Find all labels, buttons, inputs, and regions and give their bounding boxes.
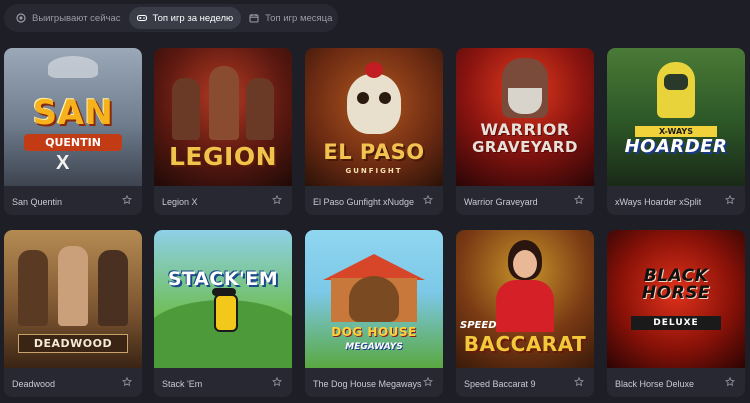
game-logo-text: STACK'EM: [167, 268, 279, 290]
game-thumbnail[interactable]: EL PASO GUNFIGHT: [305, 48, 443, 186]
game-logo-text: WARRIOR: [480, 120, 570, 139]
favorite-star-icon[interactable]: [574, 377, 584, 387]
game-logo-text: SAN: [32, 93, 114, 133]
favorite-star-icon[interactable]: [272, 195, 282, 205]
game-thumbnail[interactable]: WARRIOR GRAVEYARD: [456, 48, 594, 186]
game-thumbnail[interactable]: BLACK HORSE DELUXE: [607, 230, 745, 368]
favorite-star-icon[interactable]: [423, 195, 433, 205]
game-thumbnail[interactable]: SPEED BACCARAT: [456, 230, 594, 368]
game-title: El Paso Gunfight xNudge: [313, 197, 415, 207]
game-title: The Dog House Megaways: [313, 379, 422, 389]
game-thumbnail[interactable]: DOG HOUSE MEGAWAYS: [305, 230, 443, 368]
game-logo-subtext: DELUXE: [631, 316, 721, 330]
favorite-star-icon[interactable]: [423, 377, 433, 387]
top-games-tabs: Выигрывают сейчас Топ игр за неделю Топ …: [4, 4, 338, 32]
game-card-el-paso[interactable]: EL PASO GUNFIGHT El Paso Gunfight xNudge: [305, 48, 443, 215]
game-title: xWays Hoarder xSplit: [615, 197, 702, 207]
game-thumbnail[interactable]: LEGION: [154, 48, 292, 186]
tab-winning-now[interactable]: Выигрывают сейчас: [8, 7, 129, 29]
game-card-speed-baccarat[interactable]: SPEED BACCARAT Speed Baccarat 9: [456, 230, 594, 397]
favorite-star-icon[interactable]: [272, 377, 282, 387]
game-logo-subtext: QUENTIN: [24, 134, 122, 151]
game-logo-subtext: MEGAWAYS: [345, 342, 403, 352]
live-icon: [16, 13, 26, 23]
game-card-stack-em[interactable]: STACK'EM Stack 'Em: [154, 230, 292, 397]
game-thumbnail[interactable]: STACK'EM: [154, 230, 292, 368]
favorite-star-icon[interactable]: [725, 195, 735, 205]
game-title: Stack 'Em: [162, 379, 203, 389]
gamepad-icon: [136, 14, 147, 22]
game-title: Warrior Graveyard: [464, 197, 538, 207]
game-card-black-horse-deluxe[interactable]: BLACK HORSE DELUXE Black Horse Deluxe: [607, 230, 745, 397]
favorite-star-icon[interactable]: [122, 377, 132, 387]
game-logo-text: BACCARAT: [463, 332, 587, 356]
game-logo-text: DEADWOOD: [18, 334, 128, 353]
tab-label: Топ игр месяца: [265, 12, 333, 24]
favorite-star-icon[interactable]: [574, 195, 584, 205]
favorite-star-icon[interactable]: [725, 377, 735, 387]
game-logo-text: BLACK HORSE: [641, 266, 711, 303]
tab-top-week[interactable]: Топ игр за неделю: [128, 7, 242, 29]
game-title: San Quentin: [12, 197, 63, 207]
calendar-icon: [249, 14, 259, 23]
game-title: Black Horse Deluxe: [615, 379, 695, 389]
game-card-warrior-graveyard[interactable]: WARRIOR GRAVEYARD Warrior Graveyard: [456, 48, 594, 215]
game-logo-subtext: SPEED: [460, 320, 497, 331]
game-title: Deadwood: [12, 379, 56, 389]
game-title: Speed Baccarat 9: [464, 379, 536, 389]
game-thumbnail[interactable]: DEADWOOD: [4, 230, 142, 368]
favorite-star-icon[interactable]: [122, 195, 132, 205]
game-logo-text: DOG HOUSE: [331, 325, 417, 339]
game-card-legion-x[interactable]: LEGION Legion X: [154, 48, 292, 215]
game-card-san-quentin[interactable]: SAN QUENTIN X San Quentin: [4, 48, 142, 215]
game-logo-text: LEGION: [168, 142, 277, 171]
game-title: Legion X: [162, 197, 198, 207]
game-logo-subtext: GRAVEYARD: [472, 138, 578, 156]
game-card-xways-hoarder[interactable]: X-WAYS HOARDER xWays Hoarder xSplit: [607, 48, 745, 215]
game-logo-subtext: GUNFIGHT: [345, 167, 403, 175]
game-card-dog-house-megaways[interactable]: DOG HOUSE MEGAWAYS The Dog House Megaway…: [305, 230, 443, 397]
game-logo-text: EL PASO: [323, 140, 425, 164]
tab-label: Топ игр за неделю: [152, 12, 234, 24]
game-logo-text: HOARDER: [624, 136, 728, 157]
game-thumbnail[interactable]: SAN QUENTIN X: [4, 48, 142, 186]
game-thumbnail[interactable]: X-WAYS HOARDER: [607, 48, 745, 186]
tab-top-month[interactable]: Топ игр месяца: [241, 7, 340, 29]
game-card-deadwood[interactable]: DEADWOOD Deadwood: [4, 230, 142, 397]
tab-label: Выигрывают сейчас: [32, 12, 121, 24]
